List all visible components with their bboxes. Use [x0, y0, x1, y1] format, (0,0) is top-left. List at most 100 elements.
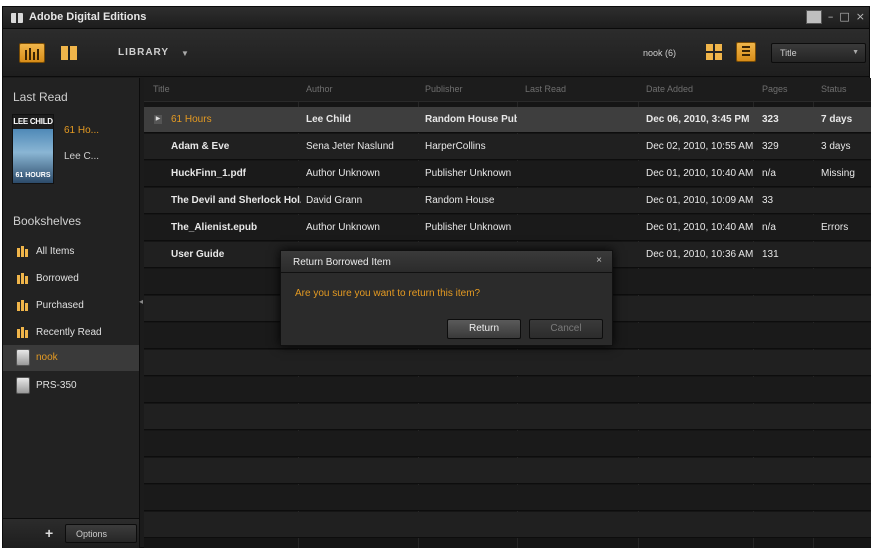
shelf-icon [17, 300, 29, 311]
options-button[interactable]: Options [65, 524, 137, 543]
cell-pages: 33 [762, 195, 774, 206]
book-cover[interactable]: LEE CHILD 61 HOURS [12, 114, 54, 184]
dialog-title: Return Borrowed Item [293, 257, 391, 268]
column-header-last-read[interactable]: Last Read [525, 84, 566, 94]
cell-status: 7 days [821, 114, 853, 125]
cell-date-added: Dec 06, 2010, 3:45 PM [646, 114, 750, 125]
add-bookshelf-button[interactable]: + [45, 526, 53, 540]
table-row[interactable]: HuckFinn_1.pdf Author Unknown Publisher … [144, 161, 871, 187]
library-dropdown-icon[interactable]: ▼ [181, 49, 189, 58]
expand-arrow-icon[interactable]: ▶ [154, 115, 162, 124]
cell-publisher: Random House Publi [425, 114, 517, 125]
cell-pages: 131 [762, 249, 779, 260]
column-header-author[interactable]: Author [306, 84, 333, 94]
minimize-button[interactable]: – [828, 10, 834, 24]
dialog-close-icon[interactable]: × [596, 255, 602, 266]
cancel-button[interactable]: Cancel [529, 319, 603, 339]
title-bar: Adobe Digital Editions – □ × [3, 7, 869, 29]
table-row-empty [144, 404, 871, 430]
table-row-empty [144, 350, 871, 376]
column-header-status[interactable]: Status [821, 84, 847, 94]
sidebar-item-borrowed[interactable]: Borrowed [3, 266, 139, 292]
toolbar: LIBRARY ▼ nook (6) Title ▼ [3, 29, 869, 77]
sidebar-item-purchased[interactable]: Purchased [3, 293, 139, 319]
bookshelves-heading: Bookshelves [13, 214, 82, 228]
cell-publisher: HarperCollins [425, 141, 486, 152]
cell-publisher: Publisher Unknown [425, 222, 512, 233]
column-header-pages[interactable]: Pages [762, 84, 788, 94]
table-row[interactable]: The_Alienist.epub Author Unknown Publish… [144, 215, 871, 241]
cell-date-added: Dec 02, 2010, 10:55 AM [646, 141, 754, 152]
cell-status: Missing [821, 168, 855, 179]
cell-date-added: Dec 01, 2010, 10:40 AM [646, 222, 754, 233]
table-header: Title Author Publisher Last Read Date Ad… [144, 78, 871, 102]
cell-status: 3 days [821, 141, 851, 152]
table-row[interactable]: ▶ 61 Hours Lee Child Random House Publi … [144, 107, 871, 133]
cell-title: HuckFinn_1.pdf [171, 168, 247, 179]
cell-date-added: Dec 01, 2010, 10:40 AM [646, 168, 754, 179]
sidebar-footer: + Options [3, 518, 139, 548]
table-row-empty [144, 512, 871, 538]
cell-pages: n/a [762, 168, 776, 179]
cell-title: User Guide [171, 249, 225, 260]
last-read-title[interactable]: 61 Ho... [64, 125, 99, 136]
cell-publisher: Random House [425, 195, 495, 206]
device-icon [16, 377, 30, 394]
window-controls: – □ × [805, 10, 865, 24]
cell-publisher: Publisher Unknown [425, 168, 512, 179]
library-view-button[interactable] [19, 43, 45, 63]
table-row-empty [144, 377, 871, 403]
cell-title: The Devil and Sherlock Hol... [171, 195, 301, 206]
library-label[interactable]: LIBRARY [118, 47, 169, 58]
column-header-title[interactable]: Title [153, 84, 170, 94]
cell-author: Sena Jeter Naslund [306, 141, 394, 152]
cover-title: 61 HOURS [15, 172, 51, 179]
sidebar-item-label: nook [36, 352, 58, 363]
sidebar-item-recently-read[interactable]: Recently Read [3, 320, 139, 346]
cell-pages: 323 [762, 114, 779, 125]
table-row-empty [144, 431, 871, 457]
column-header-publisher[interactable]: Publisher [425, 84, 463, 94]
cell-date-added: Dec 01, 2010, 10:36 AM [646, 249, 754, 260]
sidebar-item-label: PRS-350 [36, 380, 77, 391]
shelf-icon [17, 327, 29, 338]
sort-value: Title [780, 48, 797, 58]
sidebar-item-nook[interactable]: nook [3, 345, 139, 371]
device-label: nook (6) [643, 48, 677, 58]
window-title: Adobe Digital Editions [29, 11, 147, 23]
sidebar: Last Read LEE CHILD 61 HOURS 61 Ho... Le… [3, 78, 140, 548]
dialog-title-bar: Return Borrowed Item × [281, 251, 612, 273]
app-book-icon [11, 13, 23, 23]
return-button[interactable]: Return [447, 319, 521, 339]
dialog-message: Are you sure you want to return this ite… [295, 288, 481, 299]
table-row[interactable]: Adam & Eve Sena Jeter Naslund HarperColl… [144, 134, 871, 160]
cell-title: 61 Hours [171, 114, 212, 125]
cover-author: LEE CHILD [13, 115, 53, 129]
sidebar-item-label: All Items [36, 246, 75, 257]
maximize-button[interactable]: □ [839, 10, 849, 24]
sidebar-item-prs-350[interactable]: PRS-350 [3, 373, 139, 399]
shelf-icon [17, 246, 29, 257]
thumbnail-view-icon[interactable] [706, 44, 722, 60]
reading-view-button[interactable] [57, 43, 83, 63]
cell-pages: 329 [762, 141, 779, 152]
sidebar-item-label: Purchased [36, 300, 84, 311]
list-view-icon[interactable] [736, 42, 756, 62]
return-borrowed-item-dialog: Return Borrowed Item × Are you sure you … [280, 250, 613, 346]
sort-select[interactable]: Title ▼ [771, 43, 866, 63]
last-read-author: Lee C... [64, 151, 100, 162]
cell-date-added: Dec 01, 2010, 10:09 AM [646, 195, 754, 206]
table-row-empty [144, 458, 871, 484]
sidebar-item-all-items[interactable]: All Items [3, 239, 139, 265]
cell-pages: n/a [762, 222, 776, 233]
column-header-date-added[interactable]: Date Added [646, 84, 693, 94]
app-window: Adobe Digital Editions – □ × LIBRARY ▼ n… [2, 6, 871, 548]
cell-status: Errors [821, 222, 849, 233]
table-row[interactable]: The Devil and Sherlock Hol... David Gran… [144, 188, 871, 214]
cell-author: Author Unknown [306, 222, 380, 233]
close-button[interactable]: × [856, 10, 865, 24]
sidebar-item-label: Recently Read [36, 327, 102, 338]
cell-title: Adam & Eve [171, 141, 230, 152]
library-bars-icon [25, 48, 39, 60]
device-icon [16, 349, 30, 366]
